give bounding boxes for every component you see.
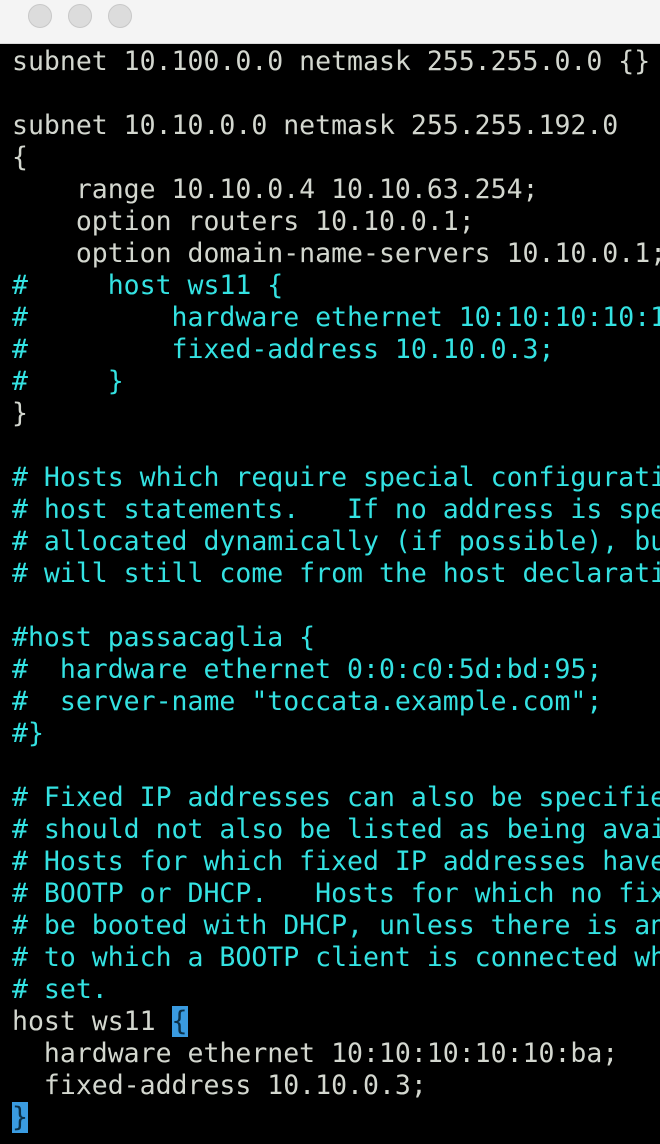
text-line: option routers 10.10.0.1; (12, 206, 660, 238)
text-line: # Hosts which require special configurat… (12, 462, 660, 494)
text-line (12, 590, 660, 622)
text-buffer[interactable]: subnet 10.100.0.0 netmask 255.255.0.0 {}… (12, 46, 660, 1134)
text-line: hardware ethernet 10:10:10:10:10:ba; (12, 1038, 660, 1070)
line-text: # hardware ethernet 10:10:10:10:10:ba; (12, 302, 660, 333)
line-text: # should not also be listed as being ava… (12, 814, 660, 845)
terminal-editor-area[interactable]: subnet 10.100.0.0 netmask 255.255.0.0 {}… (0, 44, 660, 1144)
text-line: # be booted with DHCP, unless there is a… (12, 910, 660, 942)
text-line: } (12, 398, 660, 430)
line-text: # Hosts for which fixed IP addresses hav… (12, 846, 660, 877)
line-text: # Fixed IP addresses can also be specifi… (12, 782, 660, 813)
text-line: # fixed-address 10.10.0.3; (12, 334, 660, 366)
line-text: option domain-name-servers 10.10.0.1; (12, 238, 660, 269)
line-text: { (12, 142, 28, 173)
line-text: subnet 10.100.0.0 netmask 255.255.0.0 {} (12, 46, 651, 77)
text-line: #host passacaglia { (12, 622, 660, 654)
text-line: # Hosts for which fixed IP addresses hav… (12, 846, 660, 878)
text-line (12, 78, 660, 110)
line-text: # to which a BOOTP client is connected w… (12, 942, 660, 973)
text-line: # will still come from the host declarat… (12, 558, 660, 590)
line-text: # server-name "toccata.example.com"; (12, 686, 603, 717)
line-text: subnet 10.10.0.0 netmask 255.255.192.0 (12, 110, 619, 141)
zoom-window-button[interactable] (108, 4, 132, 28)
text-cursor: { (171, 1006, 188, 1037)
text-line (12, 430, 660, 462)
text-line: range 10.10.0.4 10.10.63.254; (12, 174, 660, 206)
text-line: # host ws11 { (12, 270, 660, 302)
text-line: fixed-address 10.10.0.3; (12, 1070, 660, 1102)
text-line: # Fixed IP addresses can also be specifi… (12, 782, 660, 814)
line-text: # fixed-address 10.10.0.3; (12, 334, 555, 365)
terminal-window: subnet 10.100.0.0 netmask 255.255.0.0 {}… (0, 0, 660, 1144)
line-text: # allocated dynamically (if possible), b… (12, 526, 660, 557)
text-line: # hardware ethernet 0:0:c0:5d:bd:95; (12, 654, 660, 686)
text-line: subnet 10.10.0.0 netmask 255.255.192.0 (12, 110, 660, 142)
line-text: } (12, 398, 28, 429)
text-line: host ws11 { (12, 1006, 660, 1038)
text-line (12, 750, 660, 782)
line-text: range 10.10.0.4 10.10.63.254; (12, 174, 539, 205)
line-text: # hardware ethernet 0:0:c0:5d:bd:95; (12, 654, 603, 685)
text-line: # should not also be listed as being ava… (12, 814, 660, 846)
line-text: fixed-address 10.10.0.3; (12, 1070, 427, 1101)
line-text: host ws11 (12, 1006, 172, 1037)
text-line: # } (12, 366, 660, 398)
text-line: subnet 10.100.0.0 netmask 255.255.0.0 {} (12, 46, 660, 78)
line-text: #host passacaglia { (12, 622, 316, 653)
text-line: # set. (12, 974, 660, 1006)
line-text: option routers 10.10.0.1; (12, 206, 475, 237)
text-line: { (12, 142, 660, 174)
line-text: # be booted with DHCP, unless there is a… (12, 910, 660, 941)
minimize-window-button[interactable] (68, 4, 92, 28)
text-line: # hardware ethernet 10:10:10:10:10:ba; (12, 302, 660, 334)
text-line: # to which a BOOTP client is connected w… (12, 942, 660, 974)
close-window-button[interactable] (28, 4, 52, 28)
text-cursor: } (12, 1102, 28, 1133)
text-line: # host statements. If no address is spec… (12, 494, 660, 526)
line-text: # host statements. If no address is spec… (12, 494, 660, 525)
line-text: # } (12, 366, 124, 397)
text-line: #} (12, 718, 660, 750)
line-text: # will still come from the host declarat… (12, 558, 660, 589)
line-text: #} (12, 718, 44, 749)
text-line: # server-name "toccata.example.com"; (12, 686, 660, 718)
text-line: # BOOTP or DHCP. Hosts for which no fixe… (12, 878, 660, 910)
line-text: # BOOTP or DHCP. Hosts for which no fixe… (12, 878, 660, 909)
text-line: # allocated dynamically (if possible), b… (12, 526, 660, 558)
text-line: option domain-name-servers 10.10.0.1; (12, 238, 660, 270)
line-text: # set. (12, 974, 108, 1005)
line-text: # host ws11 { (12, 270, 284, 301)
window-titlebar (0, 0, 660, 44)
line-text: hardware ethernet 10:10:10:10:10:ba; (12, 1038, 619, 1069)
line-text: # Hosts which require special configurat… (12, 462, 660, 493)
text-line: } (12, 1102, 660, 1134)
